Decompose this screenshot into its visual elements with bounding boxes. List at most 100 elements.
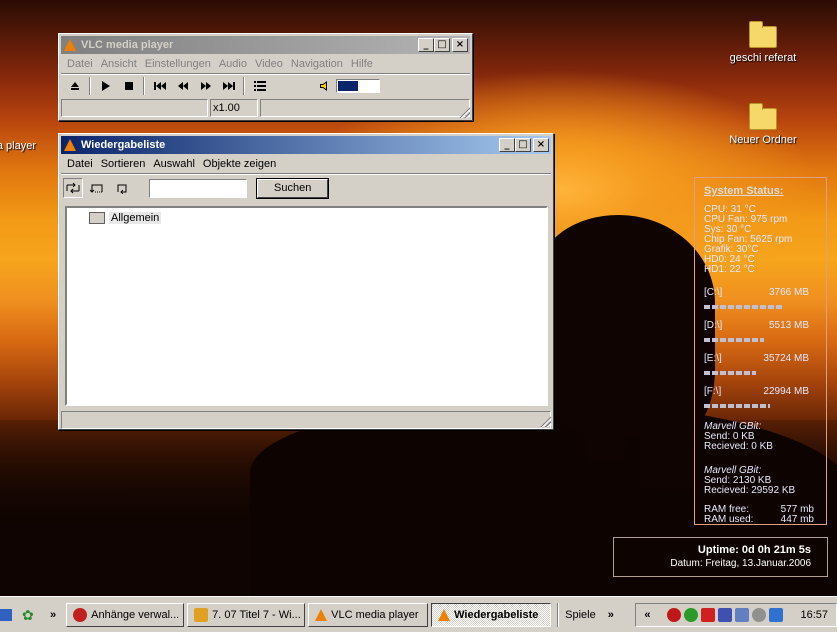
resize-grip[interactable]	[539, 415, 551, 427]
volume-slider[interactable]	[336, 79, 380, 93]
play-icon[interactable]	[94, 76, 117, 96]
games-toolbar[interactable]: Spiele	[565, 609, 596, 621]
drive-size: 22994 MB	[763, 386, 809, 397]
menu-video[interactable]: Video	[251, 58, 287, 70]
toolbar-separator	[243, 77, 245, 95]
menu-datei[interactable]: Datei	[63, 158, 97, 170]
playlist-search-input[interactable]	[149, 178, 247, 198]
maximize-button[interactable]: □	[515, 138, 531, 152]
clock[interactable]: 16:57	[800, 609, 828, 621]
task-label: 7. 07 Titel 7 - Wi...	[212, 608, 301, 621]
zonealarm-icon[interactable]	[701, 607, 716, 622]
ram-used-label: RAM used:	[704, 514, 754, 525]
speaker-tray-icon[interactable]	[752, 607, 767, 622]
vlc-cone-icon	[315, 608, 328, 621]
menu-navigation[interactable]: Navigation	[287, 58, 347, 70]
desktop-icon-neuer-ordner[interactable]: Neuer Ordner	[718, 103, 808, 146]
speaker-icon[interactable]	[313, 76, 336, 96]
menu-objekte-zeigen[interactable]: Objekte zeigen	[199, 158, 280, 170]
desktop-lion-leg	[640, 350, 695, 490]
media-icon	[194, 607, 209, 622]
toolbar-separator	[89, 77, 91, 95]
display-icon[interactable]	[735, 607, 750, 622]
minimize-button[interactable]: _	[418, 38, 434, 52]
resize-grip[interactable]	[458, 106, 470, 118]
vlc-statusbar: x1.00	[61, 99, 470, 117]
taskbar-separator	[557, 602, 560, 627]
status-cell-empty	[260, 99, 470, 117]
playlist-titlebar[interactable]: Wiedergabeliste _ □ ×	[61, 136, 551, 154]
task-anhaenge[interactable]: Anhänge verwal...	[66, 602, 185, 627]
opera-icon	[73, 607, 88, 622]
window-title: VLC media player	[81, 39, 174, 51]
quicklaunch-icon[interactable]	[0, 608, 12, 621]
volume-fill	[338, 81, 358, 91]
vlc-main-titlebar[interactable]: VLC media player _ □ ×	[61, 36, 470, 54]
close-button[interactable]: ×	[533, 138, 549, 152]
search-button[interactable]: Suchen	[257, 178, 329, 198]
minimize-button[interactable]: _	[499, 138, 515, 152]
menu-hilfe[interactable]: Hilfe	[347, 58, 377, 70]
drive-c: [C:\] 3766 MB	[704, 288, 809, 298]
playlist-icon[interactable]	[248, 76, 271, 96]
menu-einstellungen[interactable]: Einstellungen	[141, 58, 215, 70]
menu-audio[interactable]: Audio	[215, 58, 251, 70]
fast-forward-icon[interactable]	[194, 76, 217, 96]
maximize-button[interactable]: □	[434, 38, 450, 52]
next-icon[interactable]	[217, 76, 240, 96]
task-titel7[interactable]: 7. 07 Titel 7 - Wi...	[187, 602, 306, 627]
task-label: Wiedergabeliste	[454, 608, 539, 621]
repeat-all-icon[interactable]	[85, 178, 108, 198]
drive-size: 5513 MB	[768, 320, 809, 331]
task-label: VLC media player	[331, 608, 419, 621]
drive-usage-bar	[704, 338, 764, 342]
date-text: Datum: Freitag, 13.Januar.2006	[670, 558, 811, 569]
net1-recv: Recieved: 0 KB	[704, 441, 773, 452]
menu-sortieren[interactable]: Sortieren	[97, 158, 150, 170]
games-chevron[interactable]: »	[608, 609, 614, 621]
tray-expand-chevron[interactable]: «	[644, 609, 650, 621]
desktop-icon-geschi-referat[interactable]: geschi referat	[718, 21, 808, 64]
close-button[interactable]: ×	[452, 38, 468, 52]
menu-ansicht[interactable]: Ansicht	[97, 58, 141, 70]
drive-usage-bar	[704, 305, 784, 309]
desktop-lion-leg	[585, 330, 625, 460]
flower-tray-icon[interactable]	[684, 607, 699, 622]
uptime-text: Uptime: 0d 0h 21m 5s	[697, 544, 811, 556]
quicklaunch-flower-icon[interactable]: ✿	[22, 608, 36, 622]
drive-size: 3766 MB	[768, 287, 809, 298]
system-tray: « 16:57	[635, 602, 837, 627]
network-icon[interactable]	[718, 607, 733, 622]
menu-datei[interactable]: Datei	[63, 58, 97, 70]
net2-recv: Recieved: 29592 KB	[704, 485, 796, 496]
status-line: HD1: 22 °C	[704, 264, 755, 275]
vlc-toolbar	[59, 75, 472, 97]
ram-used-value: 447 mb	[780, 514, 814, 525]
playlist-tree[interactable]: Allgemein	[65, 206, 548, 406]
window-title: Wiedergabeliste	[81, 139, 166, 151]
eject-icon[interactable]	[63, 76, 86, 96]
playlist-menubar: Datei Sortieren Auswahl Objekte zeigen	[59, 154, 553, 173]
speed-indicator: x1.00	[210, 99, 258, 117]
uptime-panel: Uptime: 0d 0h 21m 5s Datum: Freitag, 13.…	[613, 537, 828, 577]
desktop-icon-player[interactable]: a player	[0, 140, 36, 152]
rewind-icon[interactable]	[171, 76, 194, 96]
menu-auswahl[interactable]: Auswahl	[149, 158, 199, 170]
stop-icon[interactable]	[117, 76, 140, 96]
desktop-icon-label: Neuer Ordner	[729, 134, 797, 146]
quicklaunch-chevron[interactable]: »	[50, 609, 56, 621]
monitor-tray-icon[interactable]	[769, 607, 784, 622]
task-wiedergabeliste[interactable]: Wiedergabeliste	[431, 602, 552, 627]
playlist-toolbar: Suchen	[59, 175, 553, 201]
tree-item-label: Allgemein	[109, 212, 162, 224]
antivirus-icon[interactable]	[667, 607, 682, 622]
task-vlc[interactable]: VLC media player	[308, 602, 429, 627]
repeat-one-icon[interactable]	[110, 178, 133, 198]
desktop-icon-label: geschi referat	[729, 52, 797, 64]
folder-icon	[749, 103, 777, 130]
drive-usage-bar	[704, 371, 756, 375]
drive-size: 35724 MB	[763, 353, 809, 364]
tree-item-allgemein[interactable]: Allgemein	[89, 212, 162, 224]
shuffle-icon[interactable]	[63, 178, 83, 198]
previous-icon[interactable]	[148, 76, 171, 96]
